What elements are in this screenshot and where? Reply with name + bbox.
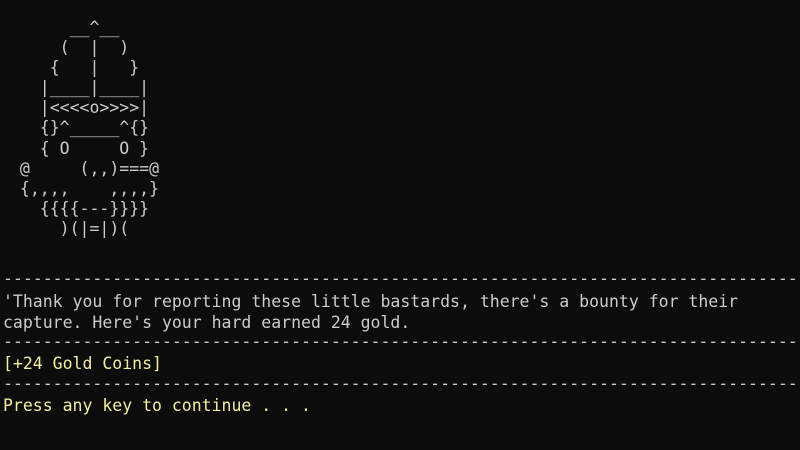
reward-text: [+24 Gold Coins] — [3, 354, 162, 373]
separator-bottom: ----------------------------------------… — [3, 374, 800, 393]
separator-top: ----------------------------------------… — [3, 269, 800, 288]
dialogue-line-2: capture. Here's your hard earned 24 gold… — [3, 313, 411, 332]
continue-prompt[interactable]: Press any key to continue . . . — [3, 395, 311, 416]
ascii-art-character: __^__ ( | ) { | } |____|____| |<<<<o>>>>… — [19, 18, 160, 238]
separator-middle: ----------------------------------------… — [3, 332, 800, 351]
dialogue-line-1: 'Thank you for reporting these little ba… — [3, 292, 739, 311]
